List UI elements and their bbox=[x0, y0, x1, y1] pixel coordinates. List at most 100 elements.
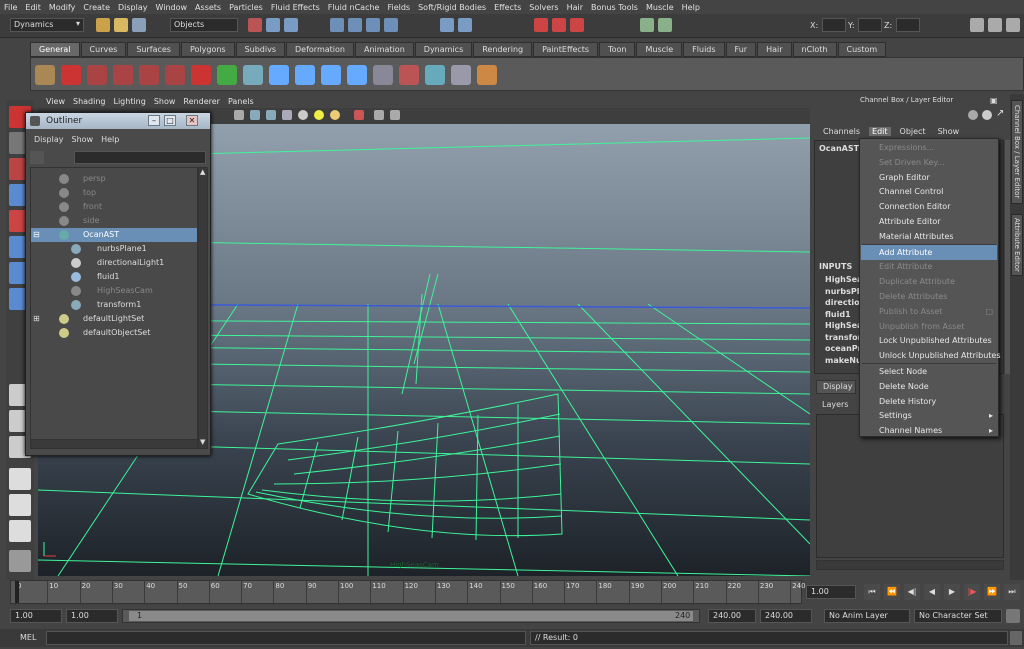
snap-grid-icon[interactable] bbox=[330, 18, 344, 32]
scroll-up-icon[interactable]: ▲ bbox=[200, 168, 205, 176]
graph-layout-icon[interactable] bbox=[9, 468, 31, 490]
high-quality-icon[interactable] bbox=[390, 110, 400, 120]
textured-icon[interactable] bbox=[282, 110, 292, 120]
menu-fluid-ncache[interactable]: Fluid nCache bbox=[328, 3, 380, 12]
shelf-tab-toon[interactable]: Toon bbox=[599, 42, 636, 57]
menu-particles[interactable]: Particles bbox=[229, 3, 263, 12]
panel-menu-lighting[interactable]: Lighting bbox=[113, 97, 145, 106]
render-view-icon[interactable] bbox=[165, 65, 185, 85]
create-light-icon[interactable] bbox=[217, 65, 237, 85]
menu-file[interactable]: File bbox=[4, 3, 17, 12]
menu-effects[interactable]: Effects bbox=[494, 3, 521, 12]
snap-curve-icon[interactable] bbox=[348, 18, 362, 32]
xray-icon[interactable] bbox=[354, 110, 364, 120]
output-ops-icon[interactable] bbox=[458, 18, 472, 32]
menu-muscle[interactable]: Muscle bbox=[646, 3, 674, 12]
menu-window[interactable]: Window bbox=[156, 3, 188, 12]
new-scene-icon[interactable] bbox=[96, 18, 110, 32]
go-to-end-icon[interactable]: ⏭ bbox=[1004, 584, 1020, 600]
end-time-field[interactable]: 240.00 bbox=[760, 609, 812, 623]
fluid-emitter-icon[interactable] bbox=[347, 65, 367, 85]
step-back-icon[interactable]: ⏪ bbox=[884, 584, 900, 600]
outliner-item-side[interactable]: side bbox=[31, 214, 197, 228]
menu-assets[interactable]: Assets bbox=[195, 3, 221, 12]
select-object-icon[interactable] bbox=[266, 18, 280, 32]
mel-label[interactable]: MEL bbox=[20, 633, 36, 642]
outliner-item-front[interactable]: front bbox=[31, 200, 197, 214]
shelf-tab-deformation[interactable]: Deformation bbox=[286, 42, 354, 57]
outliner-layout-icon[interactable] bbox=[9, 494, 31, 516]
ipr-render-icon[interactable] bbox=[552, 18, 566, 32]
wireframe-icon[interactable] bbox=[250, 110, 260, 120]
shelf-tab-muscle[interactable]: Muscle bbox=[636, 42, 683, 57]
edit-menu-item-delete-history[interactable]: Delete History bbox=[861, 394, 997, 409]
outliner-item-directionallight1[interactable]: directionalLight1 bbox=[31, 256, 197, 270]
outliner-item-defaultobjectset[interactable]: defaultObjectSet bbox=[31, 326, 197, 340]
edit-menu-item-channel-control[interactable]: Channel Control bbox=[861, 184, 997, 199]
channel-slider-icon[interactable] bbox=[968, 110, 978, 120]
play-backward-icon[interactable]: ◀ bbox=[924, 584, 940, 600]
particles-icon[interactable] bbox=[269, 65, 289, 85]
panel-menu-view[interactable]: View bbox=[46, 97, 65, 106]
shelf-tab-animation[interactable]: Animation bbox=[354, 42, 414, 57]
selection-mode-dropdown[interactable]: Objects bbox=[170, 18, 238, 32]
outliner-item-top[interactable]: top bbox=[31, 186, 197, 200]
outliner-item-fluid1[interactable]: fluid1 bbox=[31, 270, 197, 284]
outliner-titlebar[interactable]: Outliner – □ ✕ bbox=[26, 113, 210, 129]
shelf-tab-general[interactable]: General bbox=[30, 42, 80, 57]
panel-menu-panels[interactable]: Panels bbox=[228, 97, 254, 106]
option-box-icon[interactable]: □ bbox=[985, 304, 993, 319]
outliner-item-persp[interactable]: persp bbox=[31, 172, 197, 186]
play-forward-icon[interactable]: ▶ bbox=[944, 584, 960, 600]
edit-menu-item-lock-unpublished-attributes[interactable]: Lock Unpublished Attributes bbox=[861, 333, 997, 348]
edit-menu-item-unlock-unpublished-attributes[interactable]: Unlock Unpublished Attributes bbox=[861, 348, 1001, 363]
shelf-tab-hair[interactable]: Hair bbox=[757, 42, 792, 57]
edit-menu-item-publish-to-asset[interactable]: Publish to Asset □ bbox=[861, 304, 997, 319]
all-lights-icon[interactable] bbox=[314, 110, 324, 120]
edit-menu-item-expressions[interactable]: Expressions... bbox=[861, 140, 997, 155]
wake-icon[interactable] bbox=[451, 65, 471, 85]
shelf-tab-curves[interactable]: Curves bbox=[80, 42, 127, 57]
range-slider[interactable]: 1 240 bbox=[122, 609, 700, 623]
smooth-shade-icon[interactable] bbox=[266, 110, 276, 120]
menu-edit[interactable]: Edit bbox=[25, 3, 41, 12]
outliner-menu-help[interactable]: Help bbox=[101, 135, 119, 148]
menu-fields[interactable]: Fields bbox=[387, 3, 410, 12]
select-hierarchy-icon[interactable] bbox=[248, 18, 262, 32]
playback-end-field[interactable]: 240.00 bbox=[708, 609, 756, 623]
menu-display[interactable]: Display bbox=[118, 3, 148, 12]
start-time-field[interactable]: 1.00 bbox=[10, 609, 62, 623]
channel-hyper-icon[interactable] bbox=[982, 110, 992, 120]
outliner-item-highseascam[interactable]: HighSeasCam bbox=[31, 284, 197, 298]
step-forward-key-icon[interactable]: |▶ bbox=[964, 584, 980, 600]
camera-attributes-icon[interactable] bbox=[234, 110, 244, 120]
expand-icon[interactable]: ⊞ bbox=[33, 312, 40, 326]
anim-layer-dropdown[interactable]: No Anim Layer bbox=[824, 609, 910, 623]
menu-fluid-effects[interactable]: Fluid Effects bbox=[271, 3, 320, 12]
select-component-icon[interactable] bbox=[284, 18, 298, 32]
tab-attribute-editor[interactable]: Attribute Editor bbox=[1011, 214, 1023, 276]
shelf-tab-fluids[interactable]: Fluids bbox=[683, 42, 725, 57]
menu-soft-rigid-bodies[interactable]: Soft/Rigid Bodies bbox=[418, 3, 486, 12]
edit-menu-item-channel-names[interactable]: Channel Names ▸ bbox=[861, 423, 997, 438]
step-back-key-icon[interactable]: ◀| bbox=[904, 584, 920, 600]
edit-menu-item-graph-editor[interactable]: Graph Editor bbox=[861, 170, 997, 185]
shelf-tab-dynamics[interactable]: Dynamics bbox=[414, 42, 473, 57]
render-current-icon[interactable] bbox=[534, 18, 548, 32]
menu-help[interactable]: Help bbox=[682, 3, 700, 12]
time-slider[interactable]: 0 10 20 30 40 50 60 70 80 90 100 110 120 130 140 150 160… bbox=[10, 580, 806, 605]
attribute-editor-toggle-icon[interactable] bbox=[988, 18, 1002, 32]
edit-menu-item-select-node[interactable]: Select Node bbox=[861, 364, 997, 379]
selected-lights-icon[interactable] bbox=[330, 110, 340, 120]
film-reel-icon[interactable] bbox=[35, 65, 55, 85]
edit-menu-item-duplicate-attribute[interactable]: Duplicate Attribute bbox=[861, 274, 997, 289]
outliner-vertical-scrollbar[interactable]: ▲ ▼ bbox=[198, 167, 208, 449]
shelf-tab-ncloth[interactable]: nCloth bbox=[792, 42, 837, 57]
edit-menu-item-add-attribute[interactable]: Add Attribute bbox=[861, 244, 997, 260]
fluid-container-icon[interactable] bbox=[321, 65, 341, 85]
edit-menu-item-attribute-editor[interactable]: Attribute Editor bbox=[861, 214, 997, 229]
maximize-icon[interactable]: □ bbox=[164, 115, 176, 126]
script-editor-button[interactable] bbox=[1010, 631, 1022, 645]
outliner-item-ocanast[interactable]: ⊟ OcanAST bbox=[31, 228, 197, 242]
minimize-icon[interactable]: – bbox=[148, 115, 160, 126]
